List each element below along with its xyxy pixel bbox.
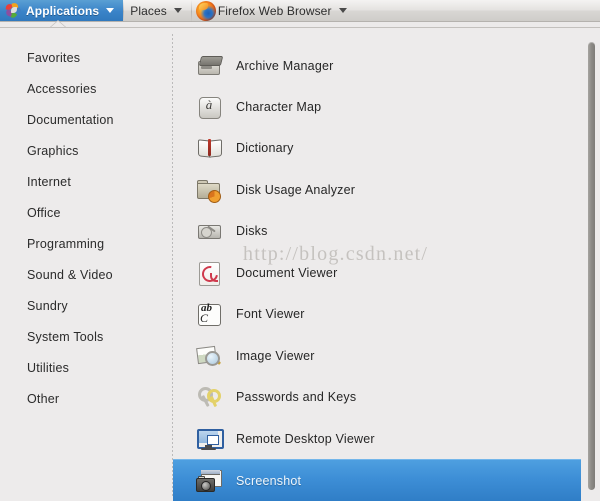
character-map-icon: à <box>196 94 222 120</box>
sidebar-item-sound-and-video[interactable]: Sound & Video <box>0 259 172 290</box>
sidebar-item-label: Sound & Video <box>27 268 113 282</box>
image-viewer-icon <box>196 343 222 369</box>
top-panel: Applications Places Firefox Web Browser <box>0 0 600 22</box>
menu-pointer-notch <box>51 21 65 27</box>
app-item-label: Disks <box>236 224 268 238</box>
app-item-label: Font Viewer <box>236 307 305 321</box>
passwords-and-keys-icon <box>196 384 222 410</box>
app-item-font-viewer[interactable]: ab C Font Viewer <box>173 293 581 334</box>
app-item-image-viewer[interactable]: Image Viewer <box>173 335 581 376</box>
font-viewer-icon: ab C <box>196 301 222 327</box>
disks-icon <box>196 218 222 244</box>
app-item-disk-usage-analyzer[interactable]: Disk Usage Analyzer <box>173 169 581 210</box>
panel-firefox-label: Firefox Web Browser <box>218 4 332 18</box>
app-item-document-viewer[interactable]: Document Viewer <box>173 252 581 293</box>
sidebar-item-internet[interactable]: Internet <box>0 166 172 197</box>
sidebar-item-label: Utilities <box>27 361 69 375</box>
sidebar-item-label: Sundry <box>27 299 68 313</box>
app-item-label: Archive Manager <box>236 59 334 73</box>
sidebar-item-label: System Tools <box>27 330 104 344</box>
firefox-logo-icon <box>196 1 216 21</box>
app-item-label: Remote Desktop Viewer <box>236 432 375 446</box>
sidebar-item-documentation[interactable]: Documentation <box>0 104 172 135</box>
panel-menu-places[interactable]: Places <box>124 0 191 21</box>
disk-usage-analyzer-icon <box>196 177 222 203</box>
sidebar-item-favorites[interactable]: Favorites <box>0 42 172 73</box>
app-item-character-map[interactable]: à Character Map <box>173 86 581 127</box>
sidebar-item-utilities[interactable]: Utilities <box>0 352 172 383</box>
document-viewer-icon <box>196 260 222 286</box>
app-item-label: Disk Usage Analyzer <box>236 183 355 197</box>
app-item-label: Document Viewer <box>236 266 337 280</box>
panel-window-firefox[interactable]: Firefox Web Browser <box>192 0 356 21</box>
archive-manager-icon <box>196 53 222 79</box>
applications-menu-panel: Favorites Accessories Documentation Grap… <box>0 27 600 501</box>
sidebar-item-other[interactable]: Other <box>0 383 172 414</box>
sidebar-item-label: Documentation <box>27 113 114 127</box>
category-sidebar: Favorites Accessories Documentation Grap… <box>0 28 172 501</box>
app-item-remote-desktop-viewer[interactable]: Remote Desktop Viewer <box>173 418 581 459</box>
sidebar-item-graphics[interactable]: Graphics <box>0 135 172 166</box>
sidebar-item-label: Programming <box>27 237 104 251</box>
app-item-screenshot[interactable]: Screenshot <box>173 459 581 501</box>
screenshot-icon <box>196 468 222 494</box>
fedora-pinwheel-icon <box>6 3 21 18</box>
sidebar-item-label: Favorites <box>27 51 80 65</box>
sidebar-item-office[interactable]: Office <box>0 197 172 228</box>
dictionary-icon <box>196 135 222 161</box>
chevron-down-icon <box>174 8 182 13</box>
sidebar-item-accessories[interactable]: Accessories <box>0 73 172 104</box>
app-item-archive-manager[interactable]: Archive Manager <box>173 45 581 86</box>
font-viewer-glyph-c: C <box>200 312 208 324</box>
chevron-down-icon <box>339 8 347 13</box>
app-item-label: Passwords and Keys <box>236 390 356 404</box>
chevron-down-icon <box>106 8 114 13</box>
application-list: Archive Manager à Character Map Dictiona… <box>173 28 600 501</box>
sidebar-item-label: Accessories <box>27 82 97 96</box>
vertical-scrollbar-track[interactable] <box>586 38 596 494</box>
app-item-passwords-and-keys[interactable]: Passwords and Keys <box>173 376 581 417</box>
panel-menu-applications[interactable]: Applications <box>0 0 123 21</box>
app-item-dictionary[interactable]: Dictionary <box>173 127 581 168</box>
sidebar-item-programming[interactable]: Programming <box>0 228 172 259</box>
sidebar-item-system-tools[interactable]: System Tools <box>0 321 172 352</box>
app-item-label: Screenshot <box>236 474 301 488</box>
panel-places-label: Places <box>130 4 167 18</box>
sidebar-item-label: Office <box>27 206 61 220</box>
sidebar-item-label: Internet <box>27 175 71 189</box>
app-item-disks[interactable]: Disks <box>173 210 581 251</box>
sidebar-item-sundry[interactable]: Sundry <box>0 290 172 321</box>
app-item-label: Image Viewer <box>236 349 315 363</box>
desktop-screen: Applications Places Firefox Web Browser … <box>0 0 600 501</box>
remote-desktop-viewer-icon <box>196 426 222 452</box>
app-item-label: Character Map <box>236 100 321 114</box>
sidebar-item-label: Graphics <box>27 144 79 158</box>
sidebar-item-label: Other <box>27 392 59 406</box>
character-map-glyph: à <box>196 97 222 113</box>
vertical-scrollbar-thumb[interactable] <box>588 42 595 490</box>
panel-applications-label: Applications <box>26 4 99 18</box>
app-item-label: Dictionary <box>236 141 294 155</box>
